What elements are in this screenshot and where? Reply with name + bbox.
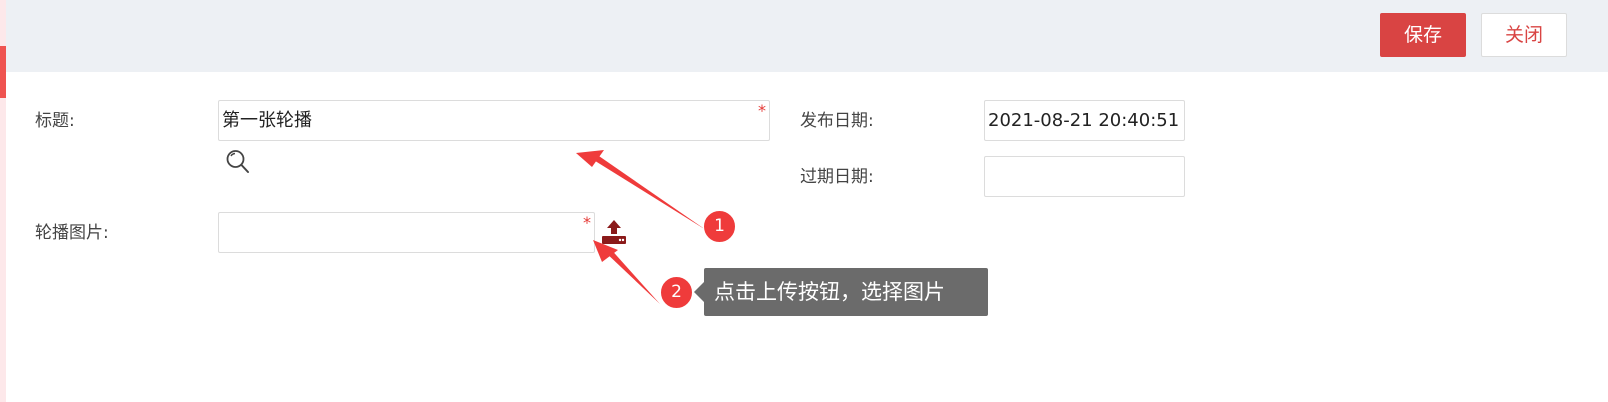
step-2-badge: 2 <box>660 276 693 309</box>
upload-icon[interactable] <box>600 219 628 245</box>
carousel-image-label: 轮播图片: <box>35 223 109 243</box>
expire-date-input[interactable] <box>984 156 1185 197</box>
save-button[interactable]: 保存 <box>1380 13 1466 57</box>
search-icon[interactable] <box>225 148 251 176</box>
publish-date-input[interactable]: 2021-08-21 20:40:51 <box>984 100 1185 141</box>
publish-date-label: 发布日期: <box>800 111 874 131</box>
upload-hint-tooltip: 点击上传按钮，选择图片 <box>704 268 988 316</box>
step-1-badge: 1 <box>703 210 736 243</box>
tooltip-tail <box>694 282 704 302</box>
title-label: 标题: <box>35 111 75 131</box>
carousel-image-required-mark: * <box>583 213 591 232</box>
title-input[interactable]: 第一张轮播 <box>218 100 770 141</box>
carousel-image-input[interactable] <box>218 212 595 253</box>
close-button[interactable]: 关闭 <box>1481 13 1567 57</box>
expire-date-label: 过期日期: <box>800 167 874 187</box>
title-required-mark: * <box>758 101 766 120</box>
top-toolbar <box>6 0 1608 72</box>
